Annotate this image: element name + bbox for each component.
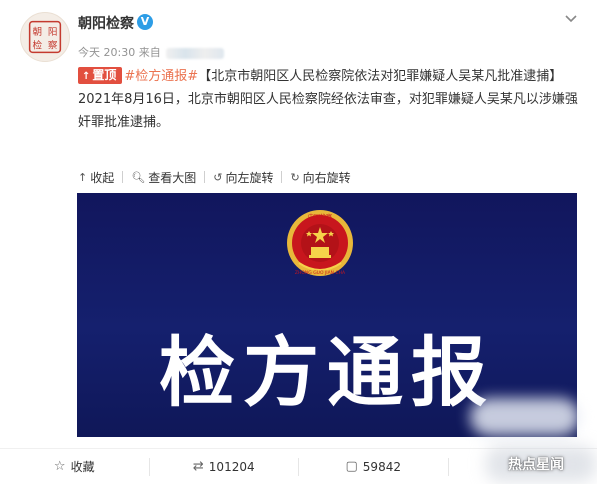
- post-title: 【北京市朝阳区人民检察院依法对犯罪嫌疑人吴某凡批准逮捕】: [198, 69, 563, 84]
- view-large-label: 查看大图: [148, 170, 197, 185]
- collapse-label: 收起: [90, 170, 115, 185]
- view-large-button[interactable]: 🔍︎ 查看大图: [131, 169, 196, 186]
- post-meta: 今天 20:30 来自: [78, 44, 225, 60]
- hashtag-link[interactable]: #检方通报#: [124, 69, 198, 84]
- collapse-button[interactable]: ↑ 收起: [78, 169, 114, 186]
- repost-button[interactable]: ⇄ 101204: [150, 459, 299, 474]
- toolbar-divider: [281, 171, 283, 183]
- post-body: 2021年8月16日，北京市朝阳区人民检察院经依法审查，对犯罪嫌疑人吴某凡以涉嫌…: [78, 92, 578, 130]
- procuratorate-emblem-icon: 中国检察 ZHONG GUO JIAN CHA: [287, 210, 353, 276]
- repost-count: 101204: [208, 459, 255, 474]
- rotate-right-button[interactable]: ↻ 向右旋转: [290, 169, 350, 186]
- search-icon: 🔍︎: [131, 170, 146, 184]
- image-toolbar: ↑ 收起 🔍︎ 查看大图 ↺ 向左旋转 ↻ 向右旋转: [78, 168, 351, 186]
- comment-button[interactable]: ▢ 59842: [299, 459, 448, 474]
- repost-icon: ⇄: [192, 459, 204, 474]
- toolbar-divider: [204, 171, 206, 183]
- watermark-text: 热点星闻: [508, 457, 564, 473]
- post-source-blurred: [166, 47, 225, 59]
- emblem-top-text: 中国检察: [308, 213, 332, 221]
- pinned-badge: ↑ 置顶: [78, 67, 123, 84]
- comment-icon: ▢: [345, 459, 358, 474]
- post-time[interactable]: 今天 20:30: [78, 46, 135, 59]
- toolbar-divider: [122, 171, 124, 183]
- rotate-right-icon: ↻: [290, 170, 300, 184]
- rotate-left-label: 向左旋转: [225, 170, 274, 185]
- rotate-right-label: 向右旋转: [302, 170, 351, 185]
- star-icon: ☆: [53, 459, 66, 474]
- chevron-down-icon[interactable]: [563, 12, 579, 26]
- post-content: ↑ 置顶 #检方通报#【北京市朝阳区人民检察院依法对犯罪嫌疑人吴某凡批准逮捕】 20…: [78, 65, 583, 134]
- svg-text:阳: 阳: [48, 27, 58, 38]
- favorite-button[interactable]: ☆ 收藏: [0, 458, 149, 475]
- post-source-prefix: 来自: [138, 46, 161, 59]
- avatar-seal-image: 朝 阳 检 察: [28, 20, 62, 54]
- favorite-label: 收藏: [70, 460, 95, 474]
- pin-icon: ↑: [82, 71, 91, 82]
- rotate-left-button[interactable]: ↺ 向左旋转: [213, 169, 273, 186]
- blur-overlay: [470, 398, 580, 436]
- account-name[interactable]: 朝阳检察: [78, 13, 134, 33]
- emblem-bottom-text: ZHONG GUO JIAN CHA: [295, 270, 346, 276]
- svg-text:检: 检: [33, 40, 43, 52]
- svg-text:察: 察: [48, 40, 58, 52]
- comment-count: 59842: [362, 459, 401, 474]
- rotate-left-icon: ↺: [213, 170, 223, 184]
- avatar[interactable]: 朝 阳 检 察: [20, 12, 70, 62]
- collapse-arrow-icon: ↑: [78, 170, 88, 184]
- verified-badge-icon: V: [137, 14, 153, 30]
- svg-text:朝: 朝: [33, 27, 43, 38]
- pinned-label: 置顶: [92, 68, 117, 82]
